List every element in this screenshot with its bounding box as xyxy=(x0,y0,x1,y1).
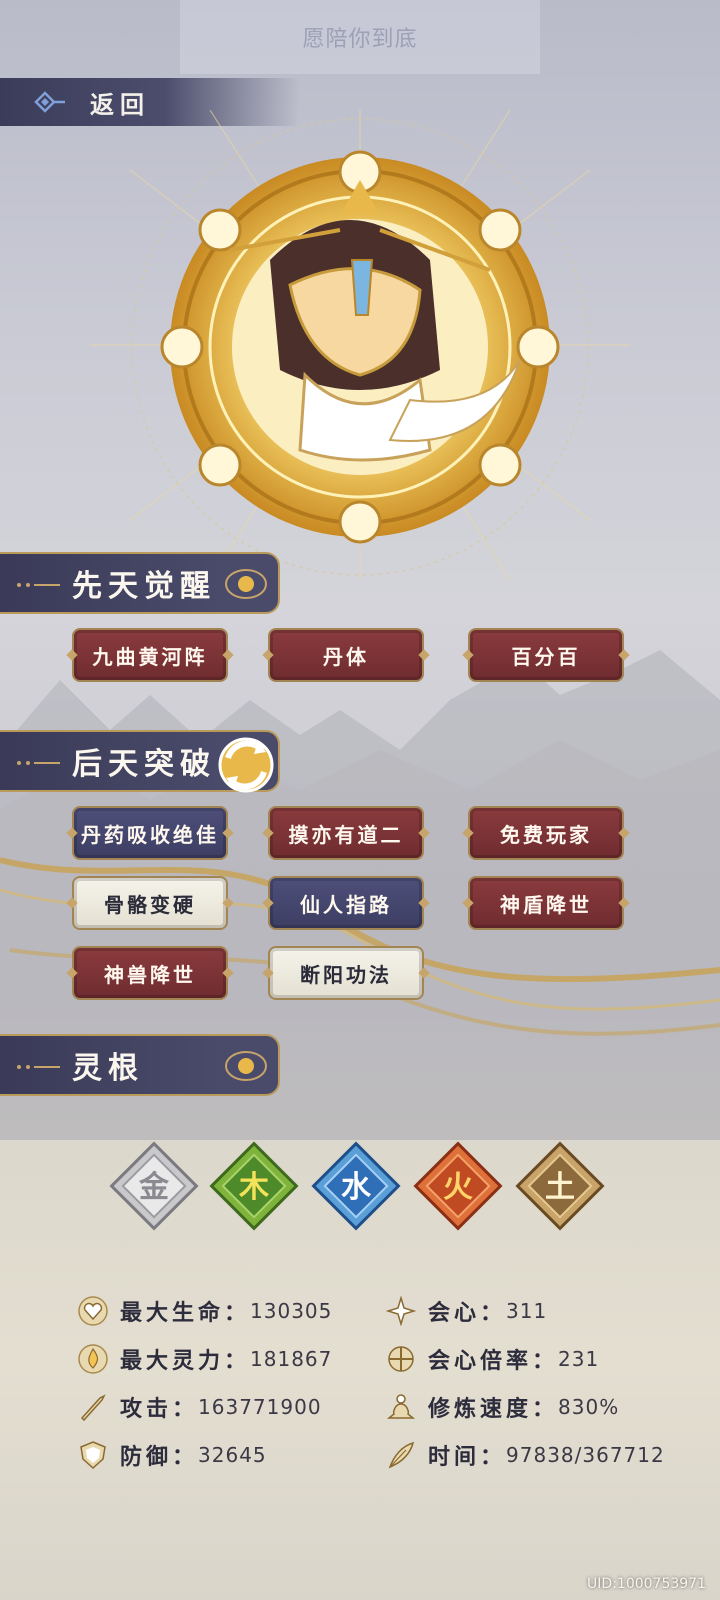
element-earth-badge[interactable]: 土 xyxy=(514,1140,606,1232)
stat-value: 130305 xyxy=(250,1299,333,1323)
stat-max-hp: 最大生命： 130305 xyxy=(78,1293,332,1329)
element-char: 水 xyxy=(341,1170,372,1205)
user-id: UID:1000753971 xyxy=(587,1576,706,1592)
stat-value: 163771900 xyxy=(198,1395,322,1419)
stat-value: 231 xyxy=(558,1347,600,1371)
heart-icon xyxy=(78,1296,108,1326)
acquired-tag-5[interactable]: 仙人指路 xyxy=(268,876,424,930)
element-metal-badge[interactable]: 金 xyxy=(108,1140,200,1232)
feather-icon xyxy=(388,1441,415,1469)
element-char: 木 xyxy=(238,1170,269,1205)
acquired-tag-1[interactable]: 丹药吸收绝佳 xyxy=(72,806,228,860)
acquired-tag-6[interactable]: 神盾降世 xyxy=(468,876,624,930)
stat-value: 32645 xyxy=(198,1443,267,1467)
ornament-dots-icon xyxy=(17,1065,60,1069)
crosshair-icon xyxy=(388,1346,414,1372)
section-title: 后天突破 xyxy=(72,747,216,782)
page-title: 愿陪你到底 xyxy=(180,0,540,74)
acquired-tag-3[interactable]: 免费玩家 xyxy=(468,806,624,860)
burst-icon xyxy=(386,1296,416,1326)
stat-value: 830% xyxy=(558,1395,620,1419)
acquired-tag-4[interactable]: 骨骼变硬 xyxy=(72,876,228,930)
shield-icon xyxy=(80,1441,106,1470)
refresh-icon[interactable] xyxy=(214,734,278,796)
stat-crit: 会心： 311 xyxy=(386,1293,547,1329)
gold-orb-icon xyxy=(225,1051,267,1081)
element-char: 土 xyxy=(545,1170,575,1205)
innate-tag-2[interactable]: 丹体 xyxy=(268,628,424,682)
acquired-tag-7[interactable]: 神兽降世 xyxy=(72,946,228,1000)
stat-value: 311 xyxy=(506,1299,548,1323)
section-header-spirit-root: 灵根 xyxy=(0,1034,280,1096)
acquired-tag-2[interactable]: 摸亦有道二 xyxy=(268,806,424,860)
stat-value: 97838/367712 xyxy=(506,1443,665,1467)
innate-tag-1[interactable]: 九曲黄河阵 xyxy=(72,628,228,682)
sword-icon xyxy=(80,1394,106,1422)
element-water-badge[interactable]: 水 xyxy=(310,1140,402,1232)
stat-time: 时间： 97838/367712 xyxy=(386,1437,665,1473)
stat-defense: 防御： 32645 xyxy=(78,1437,267,1473)
ornament-dots-icon xyxy=(17,761,60,765)
stat-crit-mult: 会心倍率： 231 xyxy=(386,1341,599,1377)
acquired-tag-8[interactable]: 断阳功法 xyxy=(268,946,424,1000)
ornament-dots-icon xyxy=(17,583,60,587)
element-char: 金 xyxy=(138,1170,170,1205)
section-title: 灵根 xyxy=(72,1051,144,1086)
stat-max-mana: 最大灵力： 181867 xyxy=(78,1341,332,1377)
section-header-innate: 先天觉醒 xyxy=(0,552,280,614)
section-title: 先天觉醒 xyxy=(72,569,216,604)
gold-orb-icon xyxy=(225,569,267,599)
element-fire-badge[interactable]: 火 xyxy=(412,1140,504,1232)
diamond-arrow-icon xyxy=(34,91,65,113)
stat-value: 181867 xyxy=(250,1347,333,1371)
element-char: 火 xyxy=(443,1170,473,1205)
stat-cultivation-speed: 修炼速度： 830% xyxy=(386,1389,619,1425)
character-medallion xyxy=(90,110,630,580)
flame-icon xyxy=(78,1344,108,1374)
element-wood-badge[interactable]: 木 xyxy=(208,1140,300,1232)
innate-tag-3[interactable]: 百分百 xyxy=(468,628,624,682)
stat-attack: 攻击： 163771900 xyxy=(78,1389,322,1425)
meditation-icon xyxy=(386,1394,416,1419)
